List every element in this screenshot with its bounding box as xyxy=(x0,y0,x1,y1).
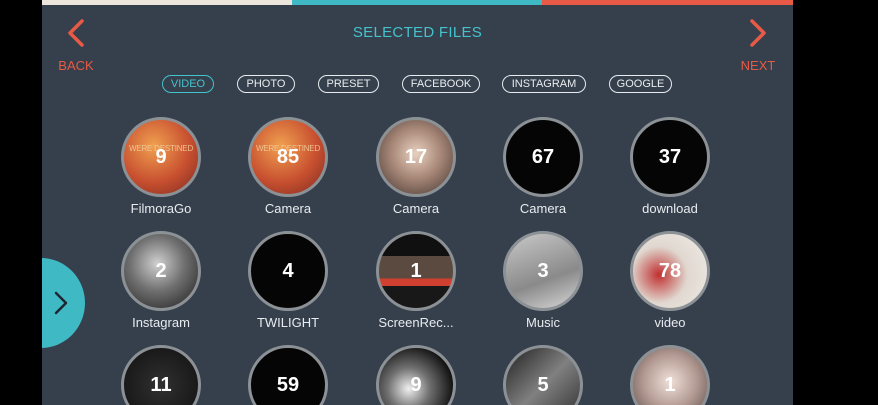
folder-thumbnail: 11 xyxy=(121,345,201,405)
folder-thumbnail: 59 xyxy=(248,345,328,405)
folder-tile[interactable]: 67 Camera xyxy=(488,117,598,216)
folder-tile[interactable]: 4 TWILIGHT xyxy=(233,231,343,330)
file-count: 59 xyxy=(276,373,300,396)
folder-thumbnail: 37 xyxy=(630,117,710,197)
folder-name: ScreenRec... xyxy=(378,315,454,330)
file-count: 17 xyxy=(404,145,428,168)
progress-segment-3 xyxy=(542,0,793,5)
folder-name: FilmoraGo xyxy=(130,201,192,216)
folder-thumbnail: 1 xyxy=(376,231,456,311)
folder-tile[interactable]: WERE DESTINED LY 9 FilmoraGo xyxy=(106,117,216,216)
folder-name: TWILIGHT xyxy=(256,315,320,330)
folder-tile[interactable]: 1 xyxy=(615,345,725,405)
filter-chip-facebook[interactable]: FACEBOOK xyxy=(402,75,480,93)
folder-thumbnail: 9 xyxy=(376,345,456,405)
folder-tile[interactable]: 2 Instagram xyxy=(106,231,216,330)
folder-name: download xyxy=(642,201,698,216)
folder-tile[interactable]: 11 xyxy=(106,345,216,405)
next-label: NEXT xyxy=(740,58,776,73)
folder-tile[interactable]: 17 Camera xyxy=(361,117,471,216)
folder-thumbnail: 3 xyxy=(503,231,583,311)
folder-tile[interactable]: 59 xyxy=(233,345,343,405)
folder-name: Instagram xyxy=(132,315,190,330)
file-count: 5 xyxy=(537,373,549,396)
next-button[interactable]: NEXT xyxy=(735,18,781,73)
folder-thumbnail: 78 xyxy=(630,231,710,311)
file-count: 85 xyxy=(276,145,300,168)
folder-tile[interactable]: 3 Music xyxy=(488,231,598,330)
folder-thumbnail: WERE DESTINED LY 9 xyxy=(121,117,201,197)
file-count: 67 xyxy=(531,145,555,168)
file-count: 9 xyxy=(410,373,422,396)
filter-chip-video[interactable]: VIDEO xyxy=(162,75,214,93)
file-count: 1 xyxy=(410,259,422,282)
chevron-right-icon xyxy=(735,18,781,52)
progress-segment-1 xyxy=(42,0,292,5)
file-count: 37 xyxy=(658,145,682,168)
step-progress-bar xyxy=(42,0,793,5)
folder-tile[interactable]: 1 ScreenRec... xyxy=(361,231,471,330)
file-count: 78 xyxy=(658,259,682,282)
file-count: 11 xyxy=(150,373,172,396)
folder-tile[interactable]: 37 download xyxy=(615,117,725,216)
back-label: BACK xyxy=(58,58,94,73)
folder-name: Camera xyxy=(519,201,567,216)
folder-thumbnail: 17 xyxy=(376,117,456,197)
app-screen: BACK SELECTED FILES NEXT VIDEO PHOTO PRE… xyxy=(42,0,793,405)
folder-thumbnail: 2 xyxy=(121,231,201,311)
file-count: 9 xyxy=(155,145,167,168)
folder-thumbnail: 67 xyxy=(503,117,583,197)
page-title: SELECTED FILES xyxy=(352,24,483,41)
folder-name: Camera xyxy=(392,201,440,216)
folder-name: video xyxy=(654,315,686,330)
progress-segment-2 xyxy=(292,0,542,5)
folder-tile[interactable]: 9 xyxy=(361,345,471,405)
drawer-toggle-button[interactable] xyxy=(42,258,85,348)
source-filter-bar: VIDEO PHOTO PRESET FACEBOOK INSTAGRAM GO… xyxy=(42,75,793,93)
folder-thumbnail: 5 xyxy=(503,345,583,405)
folder-tile[interactable]: 5 xyxy=(488,345,598,405)
folder-name: Music xyxy=(526,315,560,330)
folder-tile[interactable]: 78 video xyxy=(615,231,725,330)
filter-chip-photo[interactable]: PHOTO xyxy=(237,75,295,93)
file-count: 3 xyxy=(537,259,549,282)
filter-chip-instagram[interactable]: INSTAGRAM xyxy=(502,75,586,93)
chevron-right-icon xyxy=(54,291,68,315)
file-count: 4 xyxy=(282,259,294,282)
folder-thumbnail: 1 xyxy=(630,345,710,405)
file-count: 1 xyxy=(664,373,676,396)
file-count: 2 xyxy=(155,259,167,282)
folder-thumbnail: WERE DESTINED LY 85 xyxy=(248,117,328,197)
folder-name: Camera xyxy=(264,201,312,216)
folder-tile[interactable]: WERE DESTINED LY 85 Camera xyxy=(233,117,343,216)
filter-chip-preset[interactable]: PRESET xyxy=(318,75,379,93)
folder-thumbnail: 4 xyxy=(248,231,328,311)
filter-chip-google[interactable]: GOOGLE xyxy=(609,75,672,93)
